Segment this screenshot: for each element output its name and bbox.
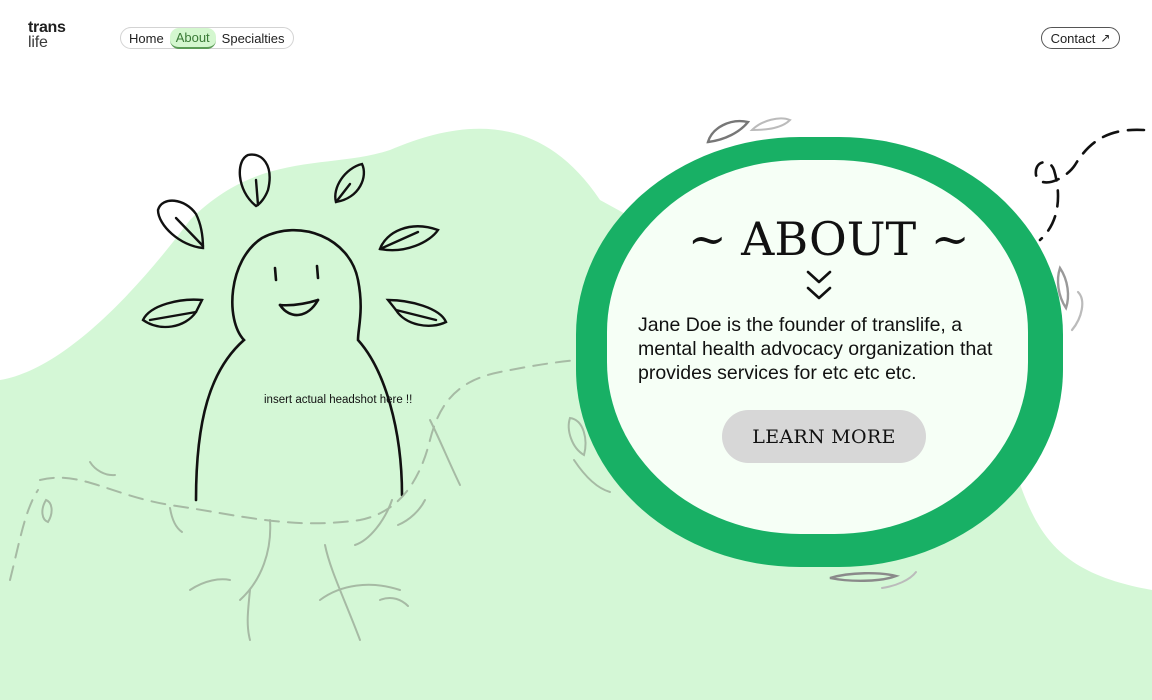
learn-more-button[interactable]: LEARN MORE <box>722 410 926 463</box>
nav-item-specialties[interactable]: Specialties <box>216 29 291 48</box>
main-nav: Home About Specialties <box>120 27 294 49</box>
dashed-swirl <box>1034 128 1146 242</box>
about-title: ~ ABOUT ~ <box>688 212 970 266</box>
contact-button[interactable]: Contact ↗ <box>1041 27 1120 49</box>
translife-logo[interactable]: trans life <box>28 19 66 51</box>
arrow-up-right-icon: ↗ <box>1100 31 1111 45</box>
logo-line-1: trans <box>28 19 66 36</box>
logo-line-2: life <box>28 34 48 51</box>
headshot-placeholder-note: insert actual headshot here !! <box>264 394 413 406</box>
nav-item-about[interactable]: About <box>169 27 216 49</box>
double-chevron-down-icon <box>806 270 832 300</box>
contact-label: Contact <box>1050 30 1096 46</box>
about-description: Jane Doe is the founder of translife, a … <box>638 314 993 384</box>
nav-item-home[interactable]: Home <box>123 29 170 48</box>
